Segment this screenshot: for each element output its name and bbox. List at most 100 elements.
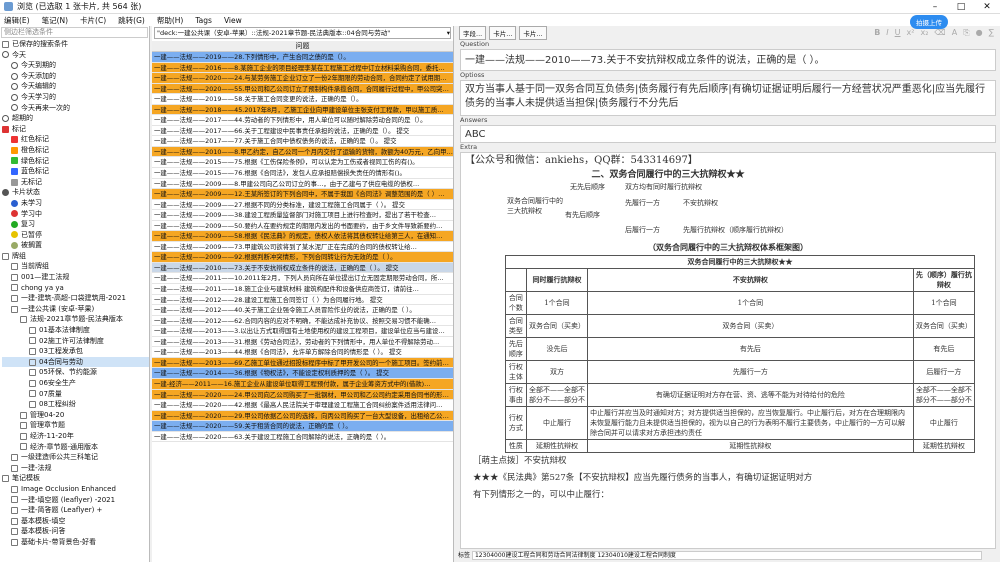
menu-item[interactable]: 帮助(H) <box>157 15 184 26</box>
upload-button[interactable]: 拍摄上传 <box>910 15 948 29</box>
sidebar-item[interactable]: 一建-填空题 (leaflyer) -2021 <box>2 495 149 506</box>
card-button[interactable]: 卡片... <box>519 26 547 40</box>
sidebar-item[interactable]: 今天到期的 <box>2 60 149 71</box>
sidebar-item[interactable]: 红色标记 <box>2 134 149 145</box>
sidebar-item[interactable]: 一建公共课 (安卓-苹果) <box>2 304 149 315</box>
sidebar-item[interactable]: 今天添加的 <box>2 71 149 82</box>
table-row[interactable]: 一建——法规——2011——10.2011年2月，下列人员向所在单位提出订立无固… <box>152 273 453 285</box>
sidebar-item[interactable]: 未学习 <box>2 198 149 209</box>
table-row[interactable]: 一建——法规——2017——44.劳动者的下列情形中，用人单位可以随时解除劳动合… <box>152 115 453 126</box>
italic-icon[interactable]: I <box>886 28 888 38</box>
table-row[interactable]: 一建——法规——2015——75.根据《工伤保险条例》，可以认定为工伤或者视同工… <box>152 157 453 169</box>
sidebar-item[interactable]: 基本模板-问答 <box>2 526 149 537</box>
sidebar-item[interactable]: 今天编辑的 <box>2 81 149 92</box>
sidebar-item[interactable]: 蓝色标记 <box>2 166 149 177</box>
sidebar-item[interactable]: 经济-章节题-通用版本 <box>2 442 149 453</box>
sidebar-item[interactable]: 复习 <box>2 219 149 230</box>
sidebar-item[interactable]: 基本模板-填空 <box>2 516 149 527</box>
sidebar-item[interactable]: Image Occlusion Enhanced <box>2 484 149 495</box>
sidebar-item[interactable]: 03工程发承包 <box>2 346 149 357</box>
sidebar-item[interactable]: 被搁置 <box>2 240 149 251</box>
sidebar-item[interactable]: 牌组 <box>2 251 149 262</box>
question-field[interactable]: 一建——法规——2010——73.关于不安抗辩权成立条件的说法，正确的是（ ）。 <box>460 49 996 71</box>
sidebar-item[interactable]: 绿色标记 <box>2 156 149 167</box>
options-field[interactable]: 双方当事人基于同一双务合同互负债务|债务履行有先后顺序|有确切证据证明后履行一方… <box>460 80 996 116</box>
table-row[interactable]: 一建——法规——2019——28.下列情形中，产生合同之债的是（）。 <box>152 52 453 63</box>
minimize-icon[interactable]: – <box>922 2 948 12</box>
search-input[interactable]: "deck:一建公共课（安卓-苹果）::法规-2021章节题-民法典版本::04… <box>154 27 451 39</box>
sidebar-item[interactable]: 标记 <box>2 124 149 135</box>
sidebar-item[interactable]: 卡片状态 <box>2 187 149 198</box>
sidebar-item[interactable]: 经济-11-20年 <box>2 431 149 442</box>
table-row[interactable]: 一建-经济——2011——16.施工企业从建设单位取得工程预付款，属于企业筹资方… <box>152 378 453 390</box>
table-row[interactable]: 一建——法规——2013——44.根据《合同法》，允许单方解除合同的情形是（ ）… <box>152 347 453 358</box>
table-row[interactable]: 一建——法规——2013——69.乙施工单位通过招投标程序中标了甲开发公司的一个… <box>152 357 453 369</box>
sidebar-item[interactable]: 超期的 <box>2 113 149 124</box>
table-row[interactable]: 一建——法规——2012——62.合同内容的应对不明确，不能达成补充协议、按照交… <box>152 315 453 327</box>
table-row[interactable]: 一建——法规——2010——8.甲乙约定，自乙公司一个月内交付了运输的货物，款额… <box>152 146 453 158</box>
table-row[interactable]: 一建——法规——2020——42.根据《最高人民法院关于审理建设工程施工合同纠纷… <box>152 400 453 411</box>
table-row[interactable]: 一建——法规——2012——28.建设工程施工合同签订（ ）为合同履行地。 提交 <box>152 294 453 306</box>
table-row[interactable]: 一建——法规——2012——40.关于施工企业强令施工人员冒险作业的说法，正确的… <box>152 305 453 316</box>
sidebar-item[interactable]: 07质量 <box>2 389 149 400</box>
table-row[interactable]: 一建——法规——2014——36.根据《物权法》，不能设定权利质押的是（ ）。 … <box>152 368 453 379</box>
table-row[interactable]: 一建——法规——2009——58.根据《民法典》的规定，债权人依法将其债权转让给… <box>152 231 453 242</box>
record-icon[interactable]: ● <box>976 28 983 38</box>
table-row[interactable]: 一建——法规——2009——8.甲建公司向乙公司订立的事…，由于乙建与了供应电缆… <box>152 178 453 190</box>
sidebar-item[interactable]: 今天学习的 <box>2 92 149 103</box>
sidebar-item[interactable]: 06安全生产 <box>2 378 149 389</box>
maximize-icon[interactable]: □ <box>948 2 974 12</box>
table-row[interactable]: 一建——法规——2015——76.根据《合同法》，发包人应承担赔偿损失责任的情形… <box>152 168 453 179</box>
table-row[interactable]: 一建——法规——2009——27.根据不同的分类标准，建设工程施工合同属于（ ）… <box>152 199 453 211</box>
sidebar-item[interactable]: 管理04-20 <box>2 410 149 421</box>
sidebar-item[interactable]: 一建-法规 <box>2 463 149 474</box>
sidebar-item[interactable]: 今天再来一次的 <box>2 103 149 114</box>
fields-button[interactable]: 字段... <box>459 26 487 40</box>
menu-item[interactable]: View <box>224 16 242 25</box>
sidebar-item[interactable]: 04合同与劳动 <box>2 356 149 368</box>
subscript-icon[interactable]: x₂ <box>920 28 928 38</box>
sidebar-filter-input[interactable]: 侧边栏筛选条件 <box>1 27 148 38</box>
table-row[interactable]: 一建——法规——2020——24.甲公司向乙公司购买了一批钢材，甲公司和乙公司约… <box>152 389 453 401</box>
answers-field[interactable]: ABC <box>460 125 996 143</box>
table-row[interactable]: 一建——法规——2016——8.某施工企业的项目经理李某在工程施工过程中订立材料… <box>152 62 453 74</box>
sidebar-item[interactable]: 基础卡片-带背景色-好看 <box>2 537 149 548</box>
sidebar-item[interactable]: 无标记 <box>2 177 149 188</box>
menu-item[interactable]: 卡片(C) <box>80 15 106 26</box>
table-row[interactable]: 一建——法规——2020——59.关于租赁合同的说法，正确的是（ ）。 <box>152 421 453 432</box>
table-row[interactable]: 一建——法规——2009——92.根据判断冲突情形，下列合同转让行为无效的是（ … <box>152 252 453 263</box>
table-row[interactable]: 一建——法规——2018——45.2017年8月，乙施工企业向甲建设单位主张支付… <box>152 104 453 116</box>
sidebar-item[interactable]: 笔记模板 <box>2 473 149 484</box>
latex-icon[interactable]: ∑ <box>989 28 994 38</box>
table-row[interactable]: 一建——法规——2013——31.根据《劳动合同法》，劳动者的下列情形中，用人单… <box>152 336 453 348</box>
sidebar-item[interactable]: 一建-建筑-高超-口袋建筑用-2021 <box>2 293 149 304</box>
menu-item[interactable]: 笔记(N) <box>42 15 68 26</box>
chevron-down-icon[interactable]: ▾ <box>447 28 450 38</box>
sidebar-item[interactable]: 05环保、节约能源 <box>2 367 149 378</box>
sidebar-item[interactable]: 001—建工法规 <box>2 272 149 283</box>
sidebar-item[interactable]: 橙色标记 <box>2 145 149 156</box>
close-icon[interactable]: ✕ <box>974 2 1000 12</box>
attach-icon[interactable]: ⎘ <box>963 28 969 38</box>
menu-item[interactable]: 编辑(E) <box>4 15 30 26</box>
table-row[interactable]: 一建——法规——2009——50.要约人在要约规定的期限内发出的书面要约，由于乡… <box>152 220 453 232</box>
sidebar-item[interactable]: 学习中 <box>2 209 149 220</box>
sidebar-item[interactable]: 当前牌组 <box>2 261 149 272</box>
sidebar-item[interactable]: 已保存的搜索条件 <box>2 39 149 50</box>
table-row[interactable]: 一建——法规——2020——29.甲公司依据乙公司的选择，向丙公司购买了一台大型… <box>152 410 453 422</box>
eraser-icon[interactable]: ⌫ <box>934 28 945 38</box>
table-row[interactable]: 一建——法规——2019——58.关于施工合同变更的说法，正确的是（）。 <box>152 94 453 105</box>
menu-item[interactable]: 跳转(G) <box>118 15 145 26</box>
sidebar-item[interactable]: 08工程纠纷 <box>2 399 149 410</box>
sidebar-item[interactable]: 法规-2021章节题-民法典版本 <box>2 314 149 325</box>
table-row[interactable]: 一建——法规——2013——3.以出让方式取得国有土地使用权的建设工程项目，建设… <box>152 326 453 337</box>
sidebar-item[interactable]: 01基本法律制度 <box>2 325 149 336</box>
sidebar-item[interactable]: 一建-简答题 (Leaflyer) + <box>2 505 149 516</box>
table-row[interactable]: 一建——法规——2020——63.关于建设工程施工合同解除的说法，正确的是（ ）… <box>152 431 453 443</box>
sidebar-item[interactable]: 02施工许可法律制度 <box>2 336 149 347</box>
table-row[interactable]: 一建——法规——2011——18.施工企业与建筑材料 建筑构配件和设备供应商签订… <box>152 284 453 295</box>
cards-button[interactable]: 卡片... <box>489 26 517 40</box>
table-row[interactable]: 一建——法规——2017——66.关于工程建设中民事责任承担的说法，正确的是（）… <box>152 125 453 137</box>
sidebar-item[interactable]: 一级建造师公共三科笔记 <box>2 452 149 463</box>
table-row[interactable]: 一建——法规——2010——73.关于不安抗辩权成立条件的说法，正确的是（ ）。… <box>152 262 453 274</box>
